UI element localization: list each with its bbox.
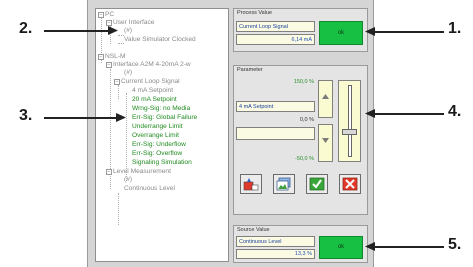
tree-item-20ma-setpoint[interactable]: 20 mA Setpoint: [132, 96, 177, 104]
close-icon: [342, 177, 358, 191]
decrease-button[interactable]: [318, 124, 333, 162]
device-tree: − PC − User Interface (#) Value Simulator …: [95, 8, 229, 262]
tree-item-global-failure[interactable]: Err-Sig: Global Failure: [132, 114, 197, 122]
arrow-head-icon: [365, 27, 375, 36]
tree-nsl[interactable]: − NSL-M: [98, 53, 126, 61]
parameter-current-value: 0,0 %: [299, 117, 314, 123]
callout-2: 2.: [19, 20, 33, 37]
parameter-min-value: -50,0 %: [295, 156, 314, 162]
callout-3: 3.: [19, 107, 33, 124]
arrow-head-icon: [116, 113, 126, 122]
callout-4: 4.: [448, 103, 462, 120]
process-value-signal-field: Current Loop Signal: [236, 21, 315, 32]
tree-item-wrng-sig-no-media[interactable]: Wrng-Sig: no Media: [132, 105, 190, 113]
callout-2-line: [44, 30, 112, 32]
callout-5-line: [372, 246, 444, 248]
collapse-icon[interactable]: −: [106, 62, 112, 68]
tree-item-4ma-setpoint[interactable]: 4 mA Setpoint: [132, 87, 173, 95]
process-value-ok-button[interactable]: ok: [319, 21, 363, 45]
callout-1-line: [372, 31, 444, 33]
parameter-title: Parameter: [237, 67, 263, 73]
callout-4-line: [372, 113, 444, 115]
source-value-name-field: Continuous Level: [236, 236, 315, 247]
collapse-icon[interactable]: −: [106, 169, 112, 175]
tree-item-signaling-simulation[interactable]: Signaling Simulation: [132, 159, 192, 167]
arrow-head-icon: [365, 109, 375, 118]
callout-1: 1.: [448, 20, 462, 37]
parameter-max-value: 150,0 %: [293, 79, 314, 85]
arrow-head-icon: [108, 26, 118, 35]
image-icon: [276, 177, 291, 191]
confirm-button[interactable]: [306, 174, 328, 194]
tree-interface[interactable]: − Interface A2M 4-20mA 2-w: [106, 61, 191, 69]
parameter-input-field[interactable]: [236, 127, 315, 140]
image-button[interactable]: [273, 174, 295, 194]
tree-level-measurement[interactable]: − Level Measurement: [106, 168, 171, 176]
reset-icon: [243, 178, 259, 191]
tree-root[interactable]: − PC: [98, 11, 114, 19]
increase-button[interactable]: [318, 80, 333, 118]
tree-item-underflow[interactable]: Err-Sig: Underflow: [132, 141, 186, 149]
process-value-reading: 6,14 mA: [236, 34, 315, 45]
tree-value-simulator[interactable]: Value Simulator Clocked: [124, 36, 196, 44]
tree-current-loop-signal[interactable]: − Current Loop Signal: [114, 78, 180, 86]
process-value-title: Process Value: [237, 10, 273, 16]
collapse-icon[interactable]: −: [114, 79, 120, 85]
tree-ui-hash[interactable]: (#): [124, 27, 132, 35]
parameter-name-field: 4 mA Setpoint: [236, 101, 315, 112]
parameter-slider[interactable]: [338, 80, 361, 162]
arrow-head-icon: [365, 242, 375, 251]
callout-3-line: [44, 117, 120, 119]
reset-button[interactable]: [240, 174, 262, 194]
slider-thumb[interactable]: [342, 129, 357, 136]
cancel-button[interactable]: [339, 174, 361, 194]
collapse-icon[interactable]: −: [98, 12, 104, 18]
triangle-up-icon: [322, 94, 329, 99]
tree-item-overflow[interactable]: Err-Sig: Overflow: [132, 150, 182, 158]
collapse-icon[interactable]: −: [98, 54, 104, 60]
triangle-down-icon: [322, 138, 329, 143]
source-value-title: Source Value: [237, 227, 270, 233]
source-value-reading: 13,3 %: [236, 249, 315, 259]
tree-if-hash[interactable]: (#): [124, 69, 132, 77]
check-icon: [309, 177, 325, 191]
tree-lm-hash[interactable]: (#): [124, 176, 132, 184]
tree-item-underrange-limit[interactable]: Underrange Limit: [132, 123, 183, 131]
callout-5: 5.: [448, 236, 462, 253]
slider-groove: [348, 85, 352, 157]
source-value-ok-button[interactable]: ok: [319, 236, 363, 259]
tree-continuous-level[interactable]: Continuous Level: [124, 185, 175, 193]
tree-item-overrange-limit[interactable]: Overrange Limit: [132, 132, 179, 140]
